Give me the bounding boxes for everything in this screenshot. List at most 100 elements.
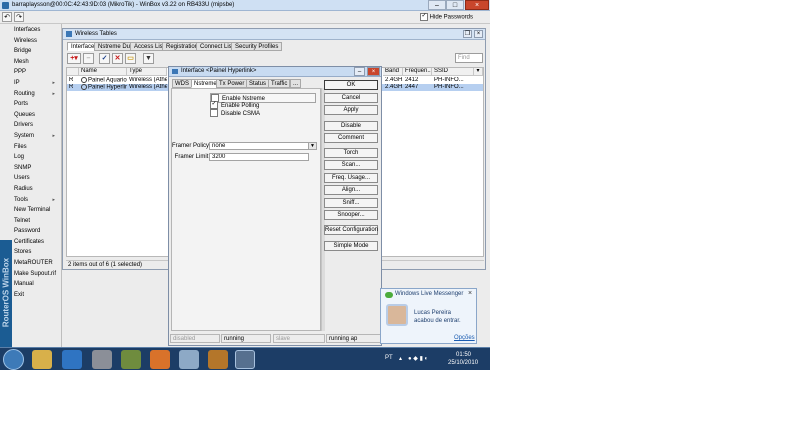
explorer-icon[interactable] xyxy=(32,350,52,369)
sidebar-item-label: Radius xyxy=(14,185,33,192)
notification-message: acabou de entrar. xyxy=(414,318,461,324)
dialog-tab-status[interactable]: Status xyxy=(246,79,270,88)
winbox-taskbar-icon[interactable] xyxy=(235,350,255,369)
sidebar-item-ip[interactable]: IP ▸ xyxy=(0,78,61,89)
sidebar-item-routing[interactable]: Routing ▸ xyxy=(0,89,61,100)
column-chooser-icon[interactable]: ▾ xyxy=(474,68,483,76)
scan-button[interactable]: Scan... xyxy=(324,160,378,170)
column-header-band[interactable]: Band xyxy=(383,68,403,76)
sidebar-item-label: Users xyxy=(14,175,30,182)
undo-icon[interactable]: ↶ xyxy=(2,12,12,22)
cancel-button[interactable]: Cancel xyxy=(324,93,378,103)
sidebar-item-queues[interactable]: Queues xyxy=(0,110,61,121)
sidebar-item-system[interactable]: System ▸ xyxy=(0,131,61,142)
freq-usage-button[interactable]: Freq. Usage... xyxy=(324,173,378,183)
messenger-notification[interactable]: Windows Live Messenger × Lucas Pereira a… xyxy=(380,288,477,344)
start-button[interactable] xyxy=(3,349,24,370)
sidebar-item-drivers[interactable]: Drivers xyxy=(0,120,61,131)
framer-policy-select[interactable]: none ▼ xyxy=(209,142,317,150)
checkbox-enable-polling[interactable]: ✓ Enable Polling xyxy=(210,101,259,109)
language-indicator[interactable]: PT xyxy=(385,355,393,361)
dropdown-arrow-icon[interactable]: ▼ xyxy=(308,143,316,149)
comment-icon[interactable]: ▭ xyxy=(125,53,136,64)
sidebar-item-radius[interactable]: Radius xyxy=(0,184,61,195)
sniff-button[interactable]: Sniff... xyxy=(324,198,378,208)
hide-passwords-toggle[interactable]: ✓ Hide Passwords xyxy=(420,13,473,21)
media-player-icon[interactable] xyxy=(92,350,112,369)
column-header-ssid[interactable]: SSID xyxy=(432,68,474,76)
redo-icon[interactable]: ↷ xyxy=(14,12,24,22)
disable-button[interactable]: Disable xyxy=(324,121,378,131)
sidebar-item-telnet[interactable]: Telnet xyxy=(0,216,61,227)
ok-button[interactable]: OK xyxy=(324,80,378,90)
submenu-arrow-icon: ▸ xyxy=(52,79,55,86)
sidebar-item-password[interactable]: Password xyxy=(0,226,61,237)
sidebar-item-wireless[interactable]: Wireless xyxy=(0,36,61,47)
remove-icon[interactable]: – xyxy=(83,53,94,64)
close-icon[interactable]: × xyxy=(474,30,483,38)
sidebar-item-label: Manual xyxy=(14,281,34,288)
hide-passwords-checkbox[interactable]: ✓ xyxy=(420,13,428,21)
notification-options-link[interactable]: Opções xyxy=(454,335,475,341)
sidebar-item-bridge[interactable]: Bridge xyxy=(0,46,61,57)
framer-limit-input[interactable]: 3200 xyxy=(209,153,309,161)
minimize-button[interactable]: – xyxy=(428,0,446,10)
notification-app-name: Windows Live Messenger xyxy=(395,291,464,297)
checkbox-disable-csma[interactable]: Disable CSMA xyxy=(210,109,260,117)
torch-button[interactable]: Torch xyxy=(324,148,378,158)
dialog-tab-wds[interactable]: WDS xyxy=(172,79,192,88)
archive-icon[interactable] xyxy=(208,350,228,369)
dialog-tab-more[interactable]: ... xyxy=(290,79,302,88)
checkbox-label: Enable Polling xyxy=(221,102,260,109)
apply-button[interactable]: Apply xyxy=(324,105,378,115)
sidebar-item-new-terminal[interactable]: New Terminal xyxy=(0,205,61,216)
tab-security-profiles[interactable]: Security Profiles xyxy=(231,42,283,51)
sidebar-item-label: Telnet xyxy=(14,217,31,224)
column-header-frequency[interactable]: Frequen... xyxy=(403,68,432,76)
column-header-name[interactable]: Name xyxy=(79,68,127,76)
dialog-close-button[interactable]: × xyxy=(367,67,380,76)
winbox-app-icon xyxy=(2,2,9,9)
dialog-tab-tx-power[interactable]: Tx Power xyxy=(216,79,248,88)
window-icon xyxy=(66,31,72,37)
sidebar-item-tools[interactable]: Tools ▸ xyxy=(0,195,61,206)
filter-icon[interactable]: ▼ xyxy=(143,53,154,64)
snooper-button[interactable]: Snooper... xyxy=(324,210,378,220)
network-icon[interactable] xyxy=(179,350,199,369)
disable-icon[interactable]: ✕ xyxy=(112,53,123,64)
tray-icons[interactable]: ● ◆ ▮ ◐ xyxy=(408,355,428,362)
enable-icon[interactable]: ✓ xyxy=(99,53,110,64)
internet-explorer-icon[interactable] xyxy=(62,350,82,369)
notification-close-icon[interactable]: × xyxy=(468,290,472,297)
sidebar-item-interfaces[interactable]: Interfaces xyxy=(0,25,61,36)
checkbox-label: Disable CSMA xyxy=(221,110,261,117)
sidebar-item-snmp[interactable]: SNMP xyxy=(0,163,61,174)
simple-mode-button[interactable]: Simple Mode xyxy=(324,241,378,251)
column-header-flag[interactable] xyxy=(67,68,79,76)
sidebar-item-ppp[interactable]: PPP xyxy=(0,67,61,78)
checkbox-box[interactable] xyxy=(210,109,218,117)
clock-date[interactable]: 25/10/2010 xyxy=(448,360,478,366)
clock-time[interactable]: 01:50 xyxy=(456,352,471,358)
align-button[interactable]: Align... xyxy=(324,185,378,195)
sidebar-item-log[interactable]: Log xyxy=(0,152,61,163)
sidebar-item-files[interactable]: Files xyxy=(0,142,61,153)
row-frequency: 2412 xyxy=(405,77,419,83)
column-header-type[interactable]: Type xyxy=(127,68,167,76)
find-input[interactable]: Find xyxy=(455,53,483,63)
maximize-button[interactable]: □ xyxy=(446,0,464,10)
sidebar-item-users[interactable]: Users xyxy=(0,173,61,184)
restore-icon[interactable]: ❐ xyxy=(463,30,472,38)
reset-configuration-button[interactable]: Reset Configuration xyxy=(324,225,378,235)
add-icon[interactable]: +▾ xyxy=(67,53,81,64)
messenger-taskbar-icon[interactable] xyxy=(121,350,141,369)
sidebar-item-ports[interactable]: Ports xyxy=(0,99,61,110)
dialog-tab-traffic[interactable]: Traffic xyxy=(268,79,291,88)
close-button[interactable]: × xyxy=(465,0,489,10)
tray-expand-icon[interactable]: ▴ xyxy=(399,355,402,362)
sidebar-item-mesh[interactable]: Mesh xyxy=(0,57,61,68)
comment-button[interactable]: Comment xyxy=(324,133,378,143)
checkbox-box[interactable]: ✓ xyxy=(210,101,218,109)
firefox-icon[interactable] xyxy=(150,350,170,369)
dialog-minimize-button[interactable]: – xyxy=(354,67,365,76)
